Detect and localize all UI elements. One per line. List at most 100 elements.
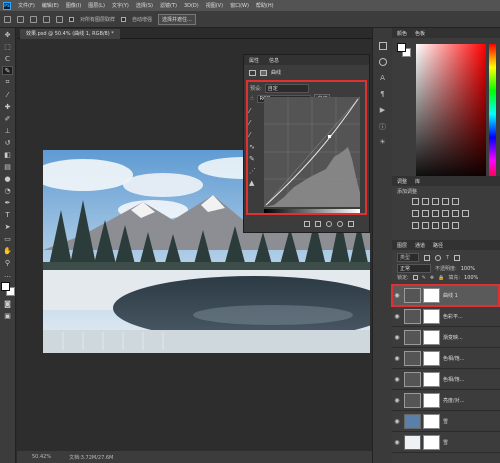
levels-adjust-icon[interactable] [422,198,429,205]
layer-kind-filter[interactable]: 类型 [397,253,420,262]
lasso-tool-icon[interactable]: ᑕ [2,54,13,63]
tab-info[interactable]: 信息 [269,57,279,64]
threshold-icon[interactable] [432,222,439,229]
photo-filter-icon[interactable] [442,210,449,217]
dodge-tool-icon[interactable]: ◔ [2,186,13,195]
lock-position-icon[interactable]: ✥ [430,275,434,281]
view-previous-icon[interactable] [315,221,321,227]
quick-select-add-icon[interactable] [30,15,37,23]
eye-icon[interactable]: ◉ [392,334,402,341]
layer-row[interactable]: ◉ 亮度/对... [392,390,500,411]
foreground-background-colors[interactable] [0,282,15,296]
eye-icon[interactable]: ◉ [392,439,402,446]
preset-dropdown[interactable]: 自定 [264,84,309,93]
tab-paths[interactable]: 路径 [433,242,443,249]
lock-transparent-icon[interactable] [412,275,418,280]
foreground-color-swatch[interactable] [0,282,10,291]
layer-name[interactable]: 雪 [443,439,448,446]
layer-mask-thumb[interactable] [423,308,440,324]
fg-swatch[interactable] [397,43,406,52]
eye-icon[interactable]: ◉ [392,355,402,362]
healing-tool-icon[interactable]: ✚ [2,102,13,111]
selective-color-icon[interactable] [452,222,459,229]
vibrance-adjust-icon[interactable] [452,198,459,205]
stamp-tool-icon[interactable]: ⊥ [2,126,13,135]
layer-mask-thumb[interactable] [423,392,440,408]
layer-name[interactable]: 渐变映... [443,334,463,341]
menu-view[interactable]: 视图(V) [206,2,223,9]
eyedropper-gray-icon[interactable]: ⁄ [249,119,259,131]
zoom-tool-icon[interactable]: ⚲ [2,258,13,267]
lightbulb-icon[interactable]: ☀ [379,138,387,146]
brightness-adjust-icon[interactable] [412,198,419,205]
eye-icon[interactable]: ◉ [392,418,402,425]
zoom-level[interactable]: 50.42% [32,454,51,460]
blend-mode-dropdown[interactable]: 正常 [397,264,432,273]
history-brush-icon[interactable]: ↺ [2,138,13,147]
tab-libraries[interactable]: 库 [415,178,420,185]
marquee-tool-icon[interactable]: ⬚ [2,42,13,51]
paragraph-icon[interactable]: ¶ [379,90,387,98]
brush-tool-icon[interactable]: ✐ [2,114,13,123]
menu-select[interactable]: 选择(S) [136,2,153,9]
auto-enhance-checkbox[interactable] [121,16,127,22]
layer-mask-thumb[interactable] [423,329,440,345]
hand-tool-icon[interactable]: ✋ [2,246,13,255]
hue-slider[interactable] [489,44,496,184]
document-tab[interactable]: 效果.psd @ 50.4% (曲线 1, RGB/8) * [20,29,120,39]
eye-icon[interactable]: ◉ [392,376,402,383]
quick-select-subtract-icon[interactable] [43,15,50,23]
history-icon[interactable] [378,42,387,50]
targeted-adjustment-icon[interactable]: ☝ [250,95,254,102]
layer-mask-thumb[interactable] [423,413,440,429]
curves-adjust-icon[interactable] [432,198,439,205]
visibility-toggle-icon[interactable] [337,221,343,227]
blur-tool-icon[interactable]: ● [2,174,13,183]
tab-swatches[interactable]: 色板 [415,30,425,37]
filter-pixel-icon[interactable] [424,254,431,261]
type-tool-icon[interactable]: T [2,210,13,219]
pen-tool-icon[interactable]: ✒ [2,198,13,207]
layer-name[interactable]: 色相/饱... [443,355,464,362]
more-tools-icon[interactable]: … [2,270,13,279]
quick-selection-tool-icon[interactable]: ✎ [2,66,13,75]
move-tool-icon[interactable]: ✥ [2,30,13,39]
posterize-icon[interactable] [422,222,429,229]
smooth-curve-icon[interactable]: ⋰ [249,167,259,179]
eyedropper-black-icon[interactable]: ⁄ [249,107,259,119]
layer-row[interactable]: ◉ 雪 [392,432,500,453]
filter-type-icon[interactable]: T [446,255,449,261]
crop-tool-icon[interactable]: ⌗ [2,78,13,87]
fill-value[interactable]: 100% [464,275,478,281]
layer-mask-icon[interactable] [260,69,267,76]
tool-preset-icon[interactable] [4,15,11,23]
layer-name[interactable]: 雪 [443,418,448,425]
layer-row[interactable]: ◉ 色相/饱... [392,348,500,369]
menu-edit[interactable]: 编辑(E) [42,2,59,9]
layer-row[interactable]: ◉ 雪 [392,411,500,432]
tab-channels[interactable]: 通道 [415,242,425,249]
layer-name[interactable]: 亮度/对... [443,397,464,404]
brush-settings-icon[interactable] [378,58,387,66]
color-picker-field[interactable] [416,44,486,184]
select-and-mask-button[interactable]: 选择并遮住... [158,13,196,25]
sample-all-layers-checkbox[interactable] [69,16,74,22]
reset-icon[interactable] [326,221,332,227]
color-fg-bg-swatches[interactable] [397,43,411,57]
eyedropper-white-icon[interactable]: ⁄ [249,131,259,143]
layer-mask-thumb[interactable] [423,434,440,450]
filter-adjust-icon[interactable] [435,254,442,261]
menu-filter[interactable]: 滤镜(T) [160,2,177,9]
gradient-tool-icon[interactable]: ▤ [2,162,13,171]
lock-all-icon[interactable]: 🔒 [438,275,444,281]
layer-name[interactable]: 色彩平... [443,313,463,320]
delete-adjustment-icon[interactable] [348,221,354,227]
tab-adjustments[interactable]: 调整 [397,178,407,185]
clipping-warning-icon[interactable]: ▲ [249,179,259,191]
eraser-tool-icon[interactable]: ◧ [2,150,13,159]
channel-mixer-icon[interactable] [452,210,459,217]
eyedropper-tool-icon[interactable]: ⁄ [2,90,13,99]
color-lookup-icon[interactable] [462,210,469,217]
layer-mask-thumb[interactable] [423,371,440,387]
menu-file[interactable]: 文件(F) [18,2,35,9]
